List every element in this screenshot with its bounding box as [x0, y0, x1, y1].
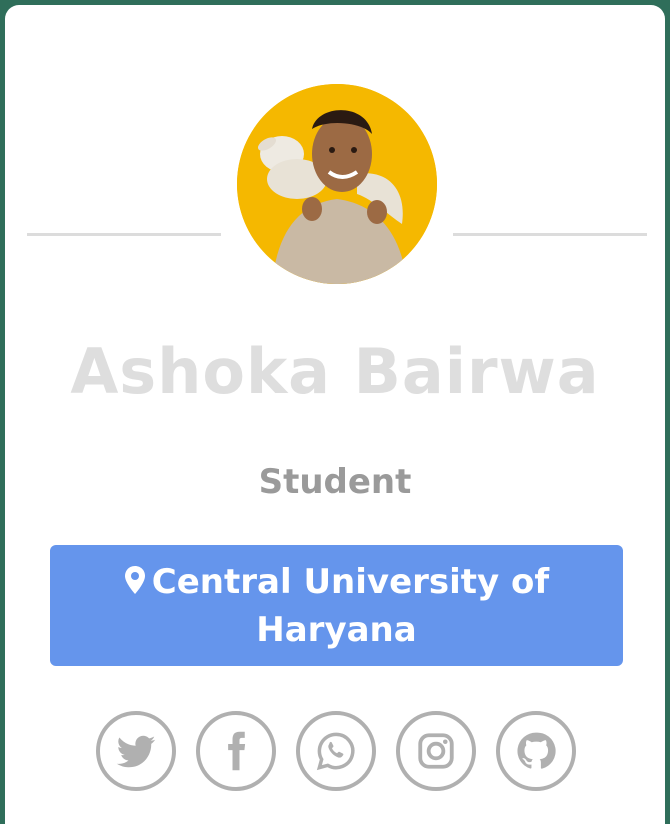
location-badge: Central University of Haryana — [50, 545, 623, 666]
avatar-image — [237, 84, 437, 284]
right-divider — [453, 233, 647, 236]
location-text: Central University of Haryana — [151, 562, 550, 650]
social-links — [96, 711, 576, 791]
github-icon — [517, 732, 556, 769]
avatar — [237, 84, 437, 284]
left-divider — [27, 233, 221, 236]
profile-role: Student — [258, 462, 412, 502]
whatsapp-icon — [316, 732, 355, 771]
twitter-icon — [116, 735, 156, 768]
profile-name: Ashoka Bairwa — [70, 335, 600, 408]
twitter-button[interactable] — [96, 711, 176, 791]
map-pin-icon — [124, 561, 146, 607]
profile-card: Ashoka Bairwa Student Central University… — [5, 5, 665, 824]
facebook-button[interactable] — [196, 711, 276, 791]
instagram-button[interactable] — [396, 711, 476, 791]
facebook-icon — [228, 731, 246, 771]
github-button[interactable] — [496, 711, 576, 791]
whatsapp-button[interactable] — [296, 711, 376, 791]
instagram-icon — [418, 733, 454, 769]
